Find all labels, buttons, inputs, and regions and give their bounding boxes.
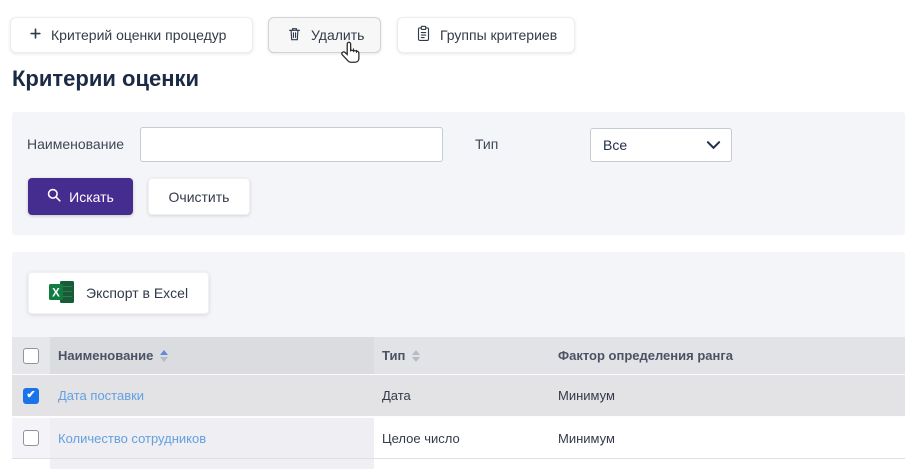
row-type-cell: Дата bbox=[374, 375, 550, 416]
row-factor-cell: Минимум bbox=[550, 418, 905, 458]
table-row: Дата поставки Дата Минимум bbox=[12, 375, 905, 418]
name-filter-label: Наименование bbox=[27, 127, 124, 162]
delete-label: Удалить bbox=[311, 27, 364, 43]
chevron-down-icon bbox=[706, 137, 721, 153]
name-filter-input[interactable] bbox=[140, 127, 443, 162]
page-title: Критерии оценки bbox=[12, 66, 199, 92]
row-name-link[interactable]: Дата поставки bbox=[58, 388, 144, 403]
criteria-groups-button[interactable]: Группы критериев bbox=[397, 17, 575, 53]
excel-icon: X bbox=[49, 281, 75, 306]
svg-text:X: X bbox=[52, 287, 60, 299]
add-criterion-button[interactable]: Критерий оценки процедур bbox=[10, 17, 253, 53]
export-excel-label: Экспорт в Excel bbox=[86, 285, 188, 301]
column-header-type[interactable]: Тип bbox=[374, 337, 550, 374]
delete-button[interactable]: Удалить bbox=[268, 17, 381, 53]
clear-button[interactable]: Очистить bbox=[148, 178, 250, 215]
table-panel: X Экспорт в Excel Наименование Тип Ф bbox=[12, 252, 905, 469]
add-criterion-label: Критерий оценки процедур bbox=[51, 27, 226, 43]
column-header-name[interactable]: Наименование bbox=[50, 337, 374, 374]
type-filter-label: Тип bbox=[475, 127, 498, 162]
criteria-page: Критерий оценки процедур Удалить Группы … bbox=[0, 0, 917, 469]
table-row: Количество сотрудников Целое число Миним… bbox=[12, 418, 905, 459]
table-header-row: Наименование Тип Фактор определения ранг… bbox=[12, 337, 905, 375]
row-factor-cell: Минимум bbox=[550, 375, 905, 416]
export-excel-button[interactable]: X Экспорт в Excel bbox=[28, 272, 209, 314]
trash-icon bbox=[287, 26, 302, 45]
type-filter-select[interactable]: Все bbox=[590, 128, 732, 162]
search-button-label: Искать bbox=[69, 189, 114, 205]
sort-icon-name bbox=[160, 350, 168, 362]
clear-button-label: Очистить bbox=[169, 189, 230, 205]
select-all-checkbox[interactable] bbox=[23, 348, 39, 364]
row-checkbox[interactable] bbox=[23, 430, 39, 446]
table-row-partial bbox=[12, 459, 905, 469]
sort-icon-type bbox=[412, 350, 420, 362]
type-filter-selected-value: Все bbox=[603, 137, 706, 153]
row-name-link[interactable]: Количество сотрудников bbox=[58, 431, 206, 446]
filter-panel: Наименование Тип Все Искать Очистить bbox=[12, 112, 905, 235]
clipboard-icon bbox=[416, 25, 431, 45]
row-type-cell: Целое число bbox=[374, 418, 550, 458]
plus-icon bbox=[29, 27, 42, 43]
search-button[interactable]: Искать bbox=[28, 178, 133, 215]
row-checkbox[interactable] bbox=[23, 388, 39, 404]
search-icon bbox=[47, 188, 61, 205]
criteria-table: Наименование Тип Фактор определения ранг… bbox=[12, 337, 905, 469]
column-header-factor: Фактор определения ранга bbox=[550, 337, 905, 374]
criteria-groups-label: Группы критериев bbox=[440, 27, 557, 43]
